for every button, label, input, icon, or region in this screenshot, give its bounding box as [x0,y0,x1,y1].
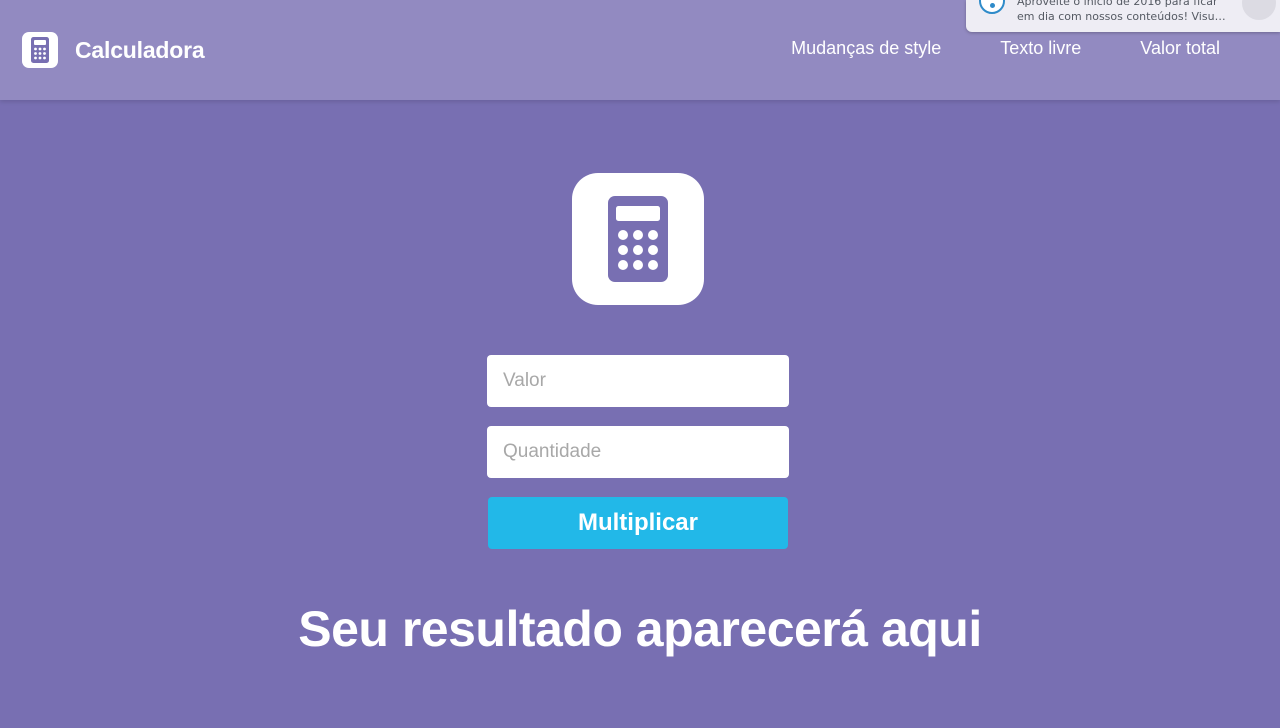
notification-text: Aproveite o início de 2016 para ficar em… [1017,0,1227,24]
brand-title: Calculadora [75,36,205,63]
nav-link-valor-total[interactable]: Valor total [1140,38,1220,59]
brand-link[interactable]: Calculadora [22,32,205,68]
quantidade-input[interactable] [487,426,789,478]
notification-popup[interactable]: Aproveite o início de 2016 para ficar em… [966,0,1280,32]
multiplicar-button[interactable]: Multiplicar [488,497,788,549]
nav-link-texto-livre[interactable]: Texto livre [1000,38,1081,59]
nav-links: Mudanças de style Texto livre Valor tota… [732,38,1220,59]
result-text: Seu resultado aparecerá aqui [298,601,982,657]
calculator-icon [22,32,58,68]
notification-line-2: em dia com nossos conteúdos! Visua... [1017,10,1227,23]
notification-line-1: Aproveite o início de 2016 para ficar [1017,0,1218,8]
nav-link-mudancas-de-style[interactable]: Mudanças de style [791,38,941,59]
avatar [1242,0,1276,20]
valor-input[interactable] [487,355,789,407]
calculator-icon [572,173,704,305]
notification-badge-icon [979,0,1005,14]
